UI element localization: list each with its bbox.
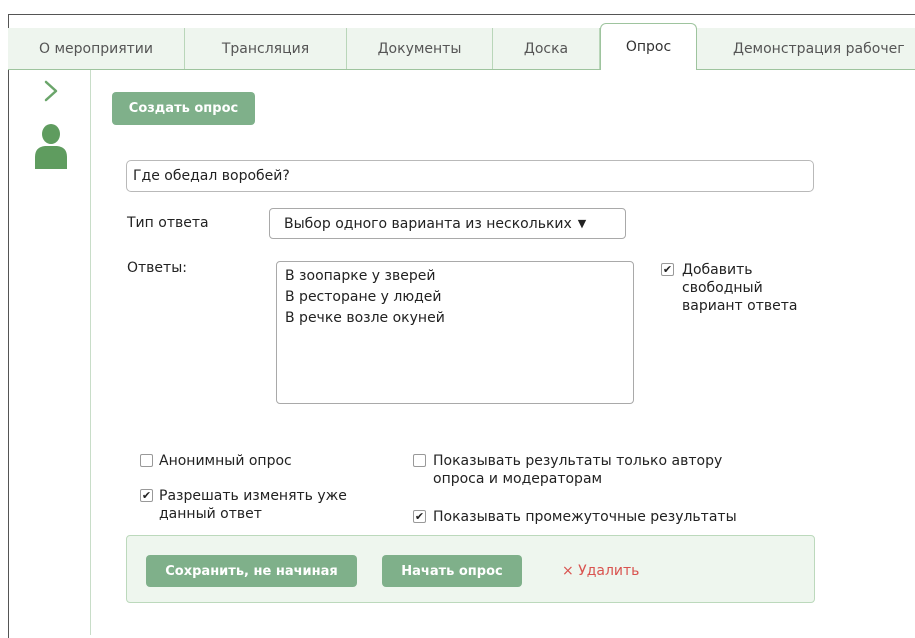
start-poll-button[interactable]: Начать опрос <box>382 555 522 587</box>
answer-option: В зоопарке у зверей <box>285 268 436 284</box>
add-free-answer-checkbox[interactable]: ✔ <box>661 263 674 276</box>
tab-screen-share[interactable]: Демонстрация рабочег <box>701 28 915 69</box>
user-icon[interactable] <box>33 123 69 169</box>
answers-label: Ответы: <box>127 260 187 276</box>
allow-change-checkbox[interactable]: ✔ <box>140 489 153 502</box>
answer-option: В речке возле окуней <box>285 310 445 326</box>
anonymous-checkbox[interactable] <box>140 454 153 467</box>
delete-link[interactable]: × Удалить <box>562 563 639 579</box>
answers-textarea[interactable]: В зоопарке у зверей В ресторане у людей … <box>276 261 634 404</box>
answer-type-label: Тип ответа <box>127 215 209 231</box>
tab-about-event[interactable]: О мероприятии <box>8 28 185 69</box>
tab-poll[interactable]: Опрос <box>600 23 697 70</box>
tab-bar: О мероприятии Трансляция Документы Доска… <box>8 23 915 70</box>
answer-type-select[interactable]: Выбор одного варианта из нескольких ▼ <box>269 208 626 239</box>
show-intermediate-label: Показывать промежуточные результаты <box>433 509 737 525</box>
save-without-starting-button[interactable]: Сохранить, не начиная <box>146 555 357 587</box>
results-author-only-checkbox[interactable] <box>413 454 426 467</box>
answer-type-value: Выбор одного варианта из нескольких <box>284 215 572 232</box>
dropdown-arrow-icon: ▼ <box>577 217 587 230</box>
show-intermediate-checkbox[interactable]: ✔ <box>413 510 426 523</box>
results-author-only-label: Показывать результаты только автору опро… <box>433 453 723 487</box>
add-free-answer-label: Добавить свободный вариант ответа <box>682 262 798 314</box>
create-poll-button[interactable]: Создать опрос <box>112 92 255 125</box>
tab-broadcast[interactable]: Трансляция <box>185 28 347 69</box>
anonymous-label: Анонимный опрос <box>159 453 292 469</box>
answer-option: В ресторане у людей <box>285 289 442 305</box>
tab-documents[interactable]: Документы <box>347 28 493 69</box>
chevron-right-icon[interactable] <box>40 80 62 102</box>
question-input[interactable] <box>126 160 814 192</box>
tab-board[interactable]: Доска <box>493 28 600 69</box>
allow-change-label: Разрешать изменять уже данный ответ <box>159 488 347 522</box>
